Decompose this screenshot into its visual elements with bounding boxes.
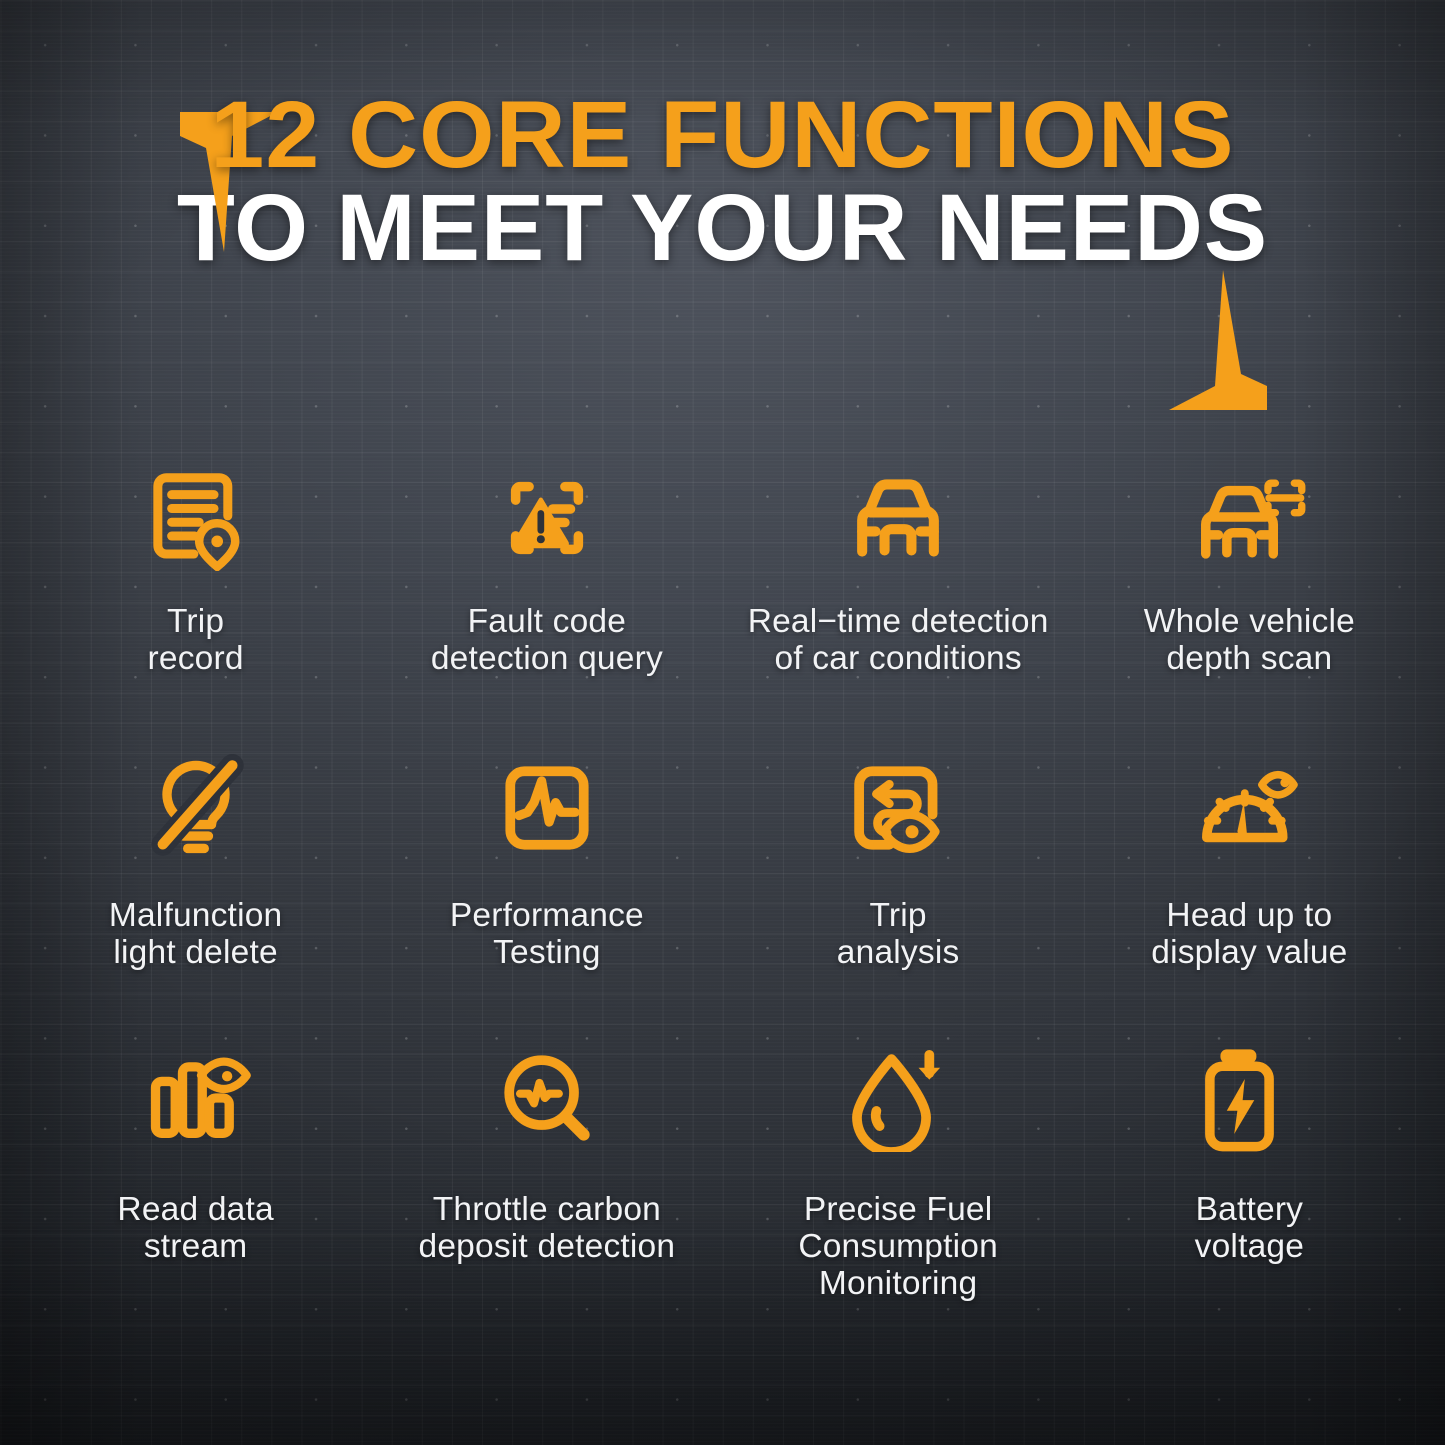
trip-analysis-eye-icon [844,745,952,871]
waveform-monitor-icon [493,745,601,871]
feature-label: Performance Testing [449,897,644,972]
feature-label: Battery voltage [1194,1191,1305,1266]
feature-label: Head up to display value [1151,897,1348,972]
page-title-primary: 12 CORE FUNCTIONS [210,82,1235,188]
fault-code-scan-icon [491,455,603,581]
feature-grid: Trip record Fault code detection query R… [0,455,1445,1325]
fuel-drop-arrow-icon [844,1035,952,1161]
feature-item-trip-analysis[interactable]: Trip analysis [723,745,1074,1035]
feature-label: Precise Fuel Consumption Monitoring [798,1191,998,1303]
feature-item-fuel-consumption[interactable]: Precise Fuel Consumption Monitoring [723,1035,1074,1325]
corner-bracket-bottom-right-icon [1169,270,1267,410]
feature-label: Trip analysis [836,897,960,972]
feature-item-trip-record[interactable]: Trip record [20,455,371,745]
feature-label: Throttle carbon deposit detection [418,1191,676,1266]
feature-item-throttle-carbon[interactable]: Throttle carbon deposit detection [371,1035,722,1325]
feature-item-fault-code[interactable]: Fault code detection query [371,455,722,745]
trip-record-icon [143,455,249,581]
feature-item-realtime-detection[interactable]: Real−time detection of car conditions [723,455,1074,745]
battery-bolt-icon [1200,1035,1298,1161]
feature-item-head-up-display[interactable]: Head up to display value [1074,745,1425,1035]
feature-item-read-data-stream[interactable]: Read data stream [20,1035,371,1325]
car-front-icon [842,455,954,581]
feature-label: Whole vehicle depth scan [1143,603,1355,678]
bar-chart-eye-icon [141,1035,251,1161]
feature-label: Read data stream [117,1191,274,1266]
feature-label: Malfunction light delete [108,897,283,972]
speedometer-eye-icon [1192,745,1306,871]
feature-item-malfunction-light[interactable]: Malfunction light delete [20,745,371,1035]
feature-label: Fault code detection query [430,603,663,678]
bulb-slash-icon [144,745,248,871]
feature-label: Trip record [147,603,244,678]
page-header: 12 CORE FUNCTIONS TO MEET YOUR NEEDS [0,82,1445,410]
feature-item-performance-testing[interactable]: Performance Testing [371,745,722,1035]
feature-item-battery-voltage[interactable]: Battery voltage [1074,1035,1425,1325]
car-scan-icon [1191,455,1307,581]
feature-label: Real−time detection of car conditions [747,603,1049,678]
feature-item-whole-vehicle-scan[interactable]: Whole vehicle depth scan [1074,455,1425,745]
magnifier-pulse-icon [493,1035,601,1161]
